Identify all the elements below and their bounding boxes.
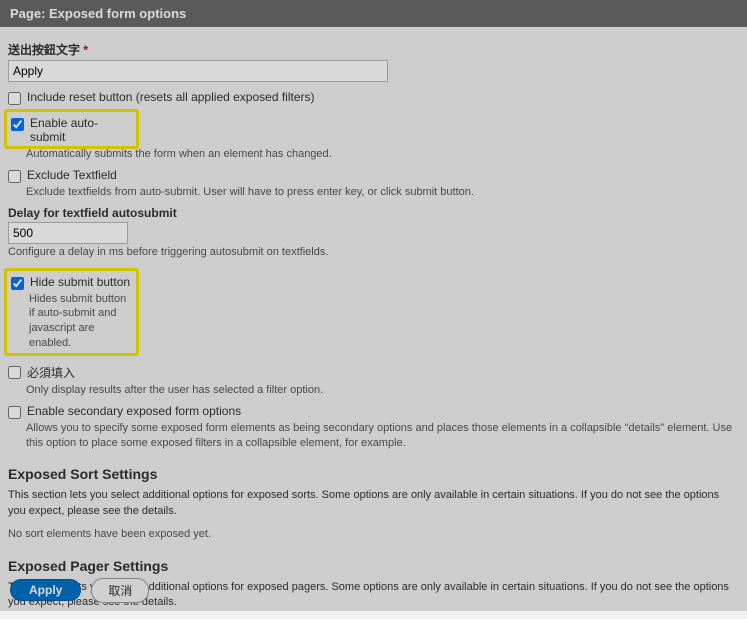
required-input-checkbox[interactable] xyxy=(8,366,21,379)
exclude-textfield-checkbox[interactable] xyxy=(8,170,21,183)
enable-autosubmit-checkbox[interactable] xyxy=(11,118,24,131)
exclude-textfield-description: Exclude textfields from auto-submit. Use… xyxy=(26,185,739,200)
enable-secondary-description: Allows you to specify some exposed form … xyxy=(26,421,739,451)
enable-secondary-label: Enable secondary exposed form options xyxy=(27,404,241,418)
sort-settings-text: This section lets you select additional … xyxy=(8,488,739,519)
enable-secondary-checkbox[interactable] xyxy=(8,406,21,419)
enable-secondary-row: Enable secondary exposed form options xyxy=(8,404,739,419)
delay-description: Configure a delay in ms before triggerin… xyxy=(8,245,739,260)
submit-button-text-label: 送出按鈕文字 * xyxy=(8,41,739,58)
submit-button-text-label-text: 送出按鈕文字 xyxy=(8,43,80,57)
submit-button-text-input[interactable] xyxy=(8,60,388,82)
exclude-textfield-label: Exclude Textfield xyxy=(27,168,117,182)
delay-input[interactable] xyxy=(8,222,128,244)
highlight-auto-submit: Enable auto-submit xyxy=(4,109,139,149)
highlight-hide-submit: Hide submit button Hides submit button i… xyxy=(4,268,139,356)
sort-settings-empty: No sort elements have been exposed yet. xyxy=(8,527,739,542)
hide-submit-row: Hide submit button xyxy=(11,275,132,290)
dialog-title: Page: Exposed form options xyxy=(0,0,747,27)
required-input-description: Only display results after the user has … xyxy=(26,383,739,398)
delay-label: Delay for textfield autosubmit xyxy=(8,206,739,220)
include-reset-checkbox[interactable] xyxy=(8,92,21,105)
hide-submit-description: Hides submit button if auto-submit and j… xyxy=(29,292,132,351)
required-marker: * xyxy=(83,43,88,57)
hide-submit-checkbox[interactable] xyxy=(11,277,24,290)
dialog-content: 送出按鈕文字 * Include reset button (resets al… xyxy=(0,27,747,611)
required-input-label: 必須填入 xyxy=(27,364,75,381)
required-input-row: 必須填入 xyxy=(8,364,739,381)
enable-autosubmit-row: Enable auto-submit xyxy=(11,116,132,144)
hide-submit-label: Hide submit button xyxy=(30,275,130,289)
delay-item: Delay for textfield autosubmit Configure… xyxy=(8,206,739,260)
dialog-footer: Apply 取消 xyxy=(0,570,747,611)
include-reset-label: Include reset button (resets all applied… xyxy=(27,90,315,104)
apply-button[interactable]: Apply xyxy=(10,579,81,601)
submit-button-text-item: 送出按鈕文字 * xyxy=(8,41,739,82)
exclude-textfield-row: Exclude Textfield xyxy=(8,168,739,183)
enable-autosubmit-description: Automatically submits the form when an e… xyxy=(26,147,739,162)
include-reset-row: Include reset button (resets all applied… xyxy=(8,90,739,105)
sort-settings-heading: Exposed Sort Settings xyxy=(8,466,739,482)
enable-autosubmit-label: Enable auto-submit xyxy=(30,116,132,144)
cancel-button[interactable]: 取消 xyxy=(91,578,149,603)
dialog: Page: Exposed form options 送出按鈕文字 * Incl… xyxy=(0,0,747,611)
